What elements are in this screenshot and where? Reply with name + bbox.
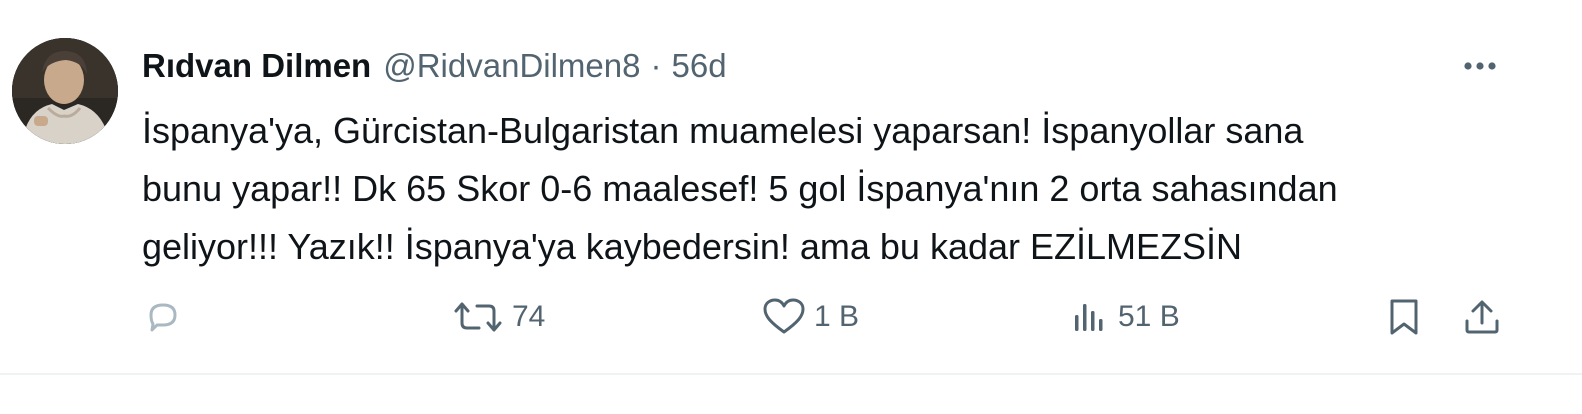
reply-icon	[149, 303, 177, 332]
retweet-button[interactable]: 74	[452, 292, 545, 342]
bookmark-button[interactable]	[1386, 292, 1422, 342]
views-icon	[1075, 304, 1103, 331]
retweet-icon	[454, 302, 502, 332]
share-icon	[1465, 300, 1499, 334]
heart-icon	[763, 298, 805, 334]
tweet-text-line: İspanya'ya, Gürcistan-Bulgaristan muamel…	[142, 110, 1304, 151]
tweet-text-line: bunu yapar!! Dk 65 Skor 0-6 maalesef! 5 …	[142, 168, 1338, 209]
divider	[0, 373, 1582, 375]
like-count: 1 B	[814, 300, 860, 333]
tweet-actions: 74 1 B 51 B	[0, 292, 1582, 342]
bookmark-icon	[1390, 299, 1418, 335]
tweet-text-line: geliyor!!! Yazık!! İspanya'ya kaybedersi…	[142, 226, 1243, 267]
author-handle[interactable]: @RidvanDilmen8	[383, 44, 640, 88]
reply-button[interactable]	[143, 292, 183, 342]
share-button[interactable]	[1462, 292, 1502, 342]
tweet-header: Rıdvan Dilmen @RidvanDilmen8 · 56d	[142, 44, 727, 88]
author-name[interactable]: Rıdvan Dilmen	[142, 44, 371, 88]
tweet-text: İspanya'ya, Gürcistan-Bulgaristan muamel…	[142, 102, 1522, 276]
more-icon	[1464, 62, 1496, 70]
like-button[interactable]: 1 B	[762, 292, 859, 342]
tweet-card[interactable]: Rıdvan Dilmen @RidvanDilmen8 · 56d İspan…	[0, 0, 1582, 375]
timestamp[interactable]: 56d	[671, 44, 726, 88]
avatar[interactable]	[12, 38, 118, 144]
separator-dot: ·	[650, 47, 662, 84]
more-options-button[interactable]	[1452, 46, 1508, 86]
retweet-count: 74	[512, 300, 546, 333]
views-button[interactable]: 51 B	[1070, 292, 1180, 342]
views-count: 51 B	[1118, 300, 1180, 333]
avatar-image	[12, 38, 118, 144]
